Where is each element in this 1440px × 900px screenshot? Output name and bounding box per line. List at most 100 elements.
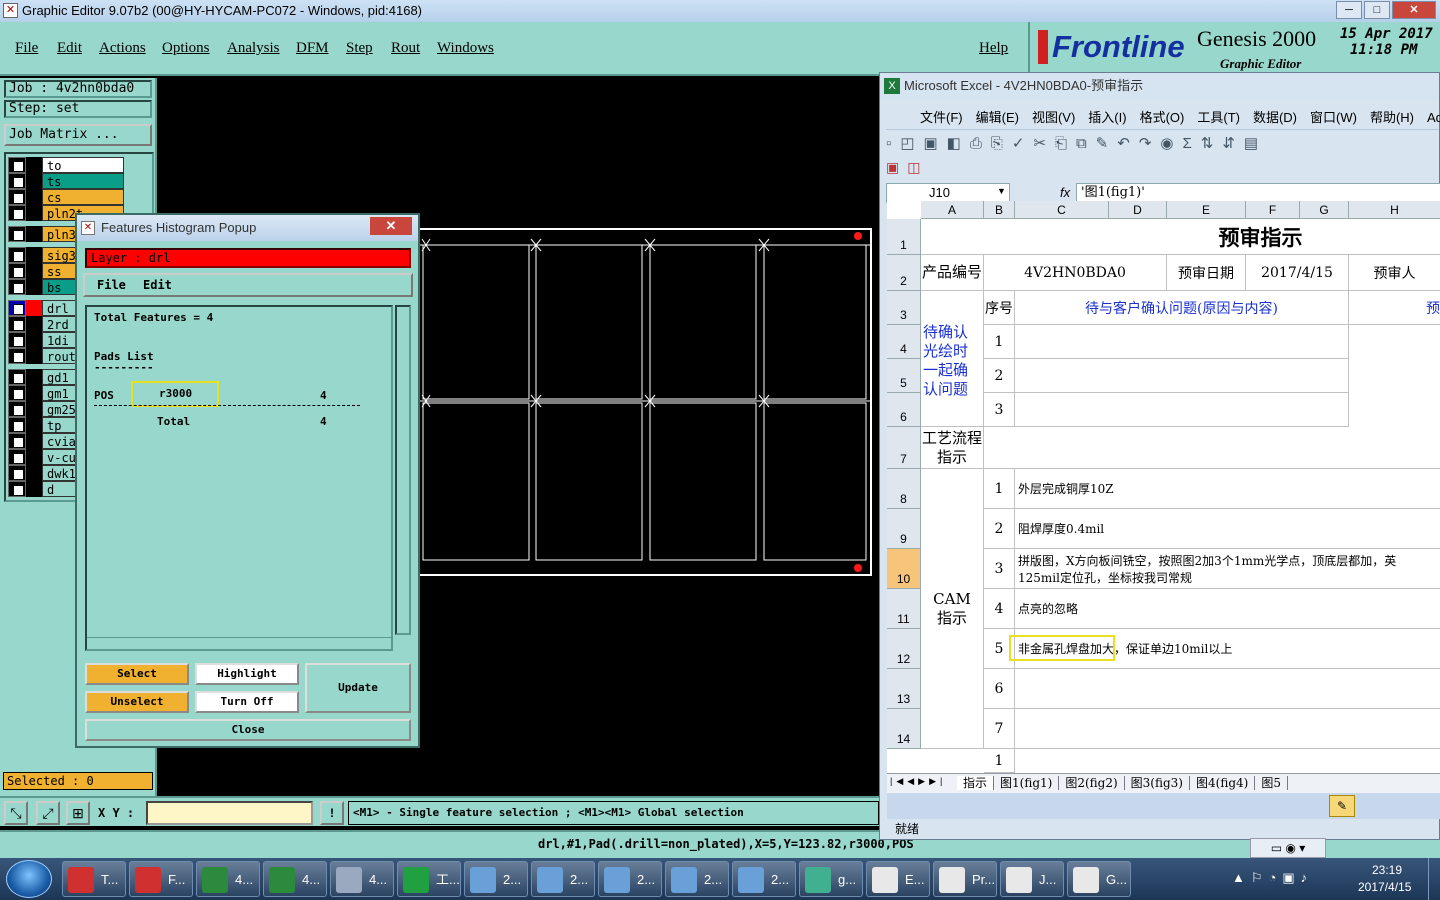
select-button[interactable]: Select <box>85 663 189 685</box>
taskbar-item[interactable]: 4... <box>196 861 260 897</box>
layer-checkbox[interactable] <box>8 157 26 173</box>
menu-edit[interactable]: Edit <box>57 40 82 57</box>
cam-item-number[interactable]: 7 <box>984 709 1015 749</box>
cam-item[interactable]: 拼版图，X方向板间铣空，按照图2加3个1mm光学点，顶底层都加，英 125mil定… <box>1015 549 1440 589</box>
cam-item[interactable]: 阻焊厚度0.4mil <box>1015 509 1440 549</box>
row-header[interactable]: 3 <box>887 291 921 325</box>
layer-checkbox[interactable] <box>8 449 26 465</box>
taskbar-item[interactable]: E... <box>866 861 930 897</box>
menu-step[interactable]: Step <box>346 40 373 57</box>
seq-label[interactable]: 序号 <box>984 291 1015 325</box>
taskbar-item[interactable]: 2... <box>531 861 595 897</box>
formula-bar[interactable]: '图1(fig1)' <box>1076 183 1440 203</box>
excel-menu-item[interactable]: 文件(F) <box>920 110 963 125</box>
cam-item[interactable] <box>1015 669 1440 709</box>
product-number[interactable]: 4V2HN0BDA0 <box>984 255 1167 291</box>
confirm-label[interactable]: 待确认光绘时一起确认问题 <box>921 291 984 427</box>
layer-name[interactable]: cs <box>42 189 124 205</box>
column-header[interactable]: G <box>1300 201 1349 219</box>
cam-item-number[interactable]: 1 <box>984 749 1015 773</box>
taskbar-item[interactable]: 4... <box>263 861 327 897</box>
turn-off-button[interactable]: Turn Off <box>195 691 299 713</box>
row-header[interactable]: 1 <box>887 219 921 255</box>
layer-checkbox[interactable] <box>8 226 26 242</box>
cam-item-number[interactable]: 2 <box>984 509 1015 549</box>
excel-menu-item[interactable]: 数据(D) <box>1253 110 1297 125</box>
layer-checkbox[interactable] <box>8 247 26 263</box>
layer-checkbox[interactable] <box>8 300 26 316</box>
layer-row-to[interactable]: to <box>8 157 124 173</box>
menu-help[interactable]: Help <box>979 40 1008 57</box>
cam-item-number[interactable]: 3 <box>984 549 1015 589</box>
process-cell[interactable] <box>984 427 1440 469</box>
excel-menu-item[interactable]: 视图(V) <box>1032 110 1075 125</box>
clock-time[interactable]: 23:19 <box>1372 863 1402 877</box>
layer-checkbox[interactable] <box>8 481 26 497</box>
update-button[interactable]: Update <box>305 663 411 713</box>
layer-name[interactable]: to <box>42 157 124 173</box>
issue-cell[interactable] <box>1015 359 1349 393</box>
layer-checkbox[interactable] <box>8 332 26 348</box>
clock-date[interactable]: 2017/4/15 <box>1358 880 1411 894</box>
layer-row-ts[interactable]: ts <box>8 173 124 189</box>
excel-menu-item[interactable]: 编辑(E) <box>976 110 1019 125</box>
column-header[interactable]: B <box>984 201 1015 219</box>
taskbar-item[interactable]: Pr... <box>933 861 997 897</box>
sheet-tab[interactable]: 图4(fig4) <box>1190 776 1256 790</box>
name-box[interactable]: J10 <box>886 183 1010 203</box>
cam-item[interactable]: 点亮的忽略 <box>1015 589 1440 629</box>
layer-checkbox[interactable] <box>8 279 26 295</box>
menu-analysis[interactable]: Analysis <box>227 40 280 57</box>
sheet-tab[interactable]: 图5 <box>1255 776 1288 790</box>
show-desktop-button[interactable] <box>1428 858 1440 900</box>
tray-icons[interactable]: ▲⚐◔▣♪ <box>1232 870 1313 886</box>
taskbar-item[interactable]: 4... <box>330 861 394 897</box>
column-header[interactable]: D <box>1109 201 1167 219</box>
taskbar-item[interactable]: F... <box>129 861 193 897</box>
cam-item[interactable] <box>1015 709 1440 749</box>
issue-cell[interactable] <box>1015 325 1349 359</box>
column-header[interactable]: C <box>1015 201 1109 219</box>
layer-row-cs[interactable]: cs <box>8 189 124 205</box>
taskbar-item[interactable]: T... <box>62 861 126 897</box>
column-header[interactable]: A <box>921 201 984 219</box>
close-popup-button[interactable]: Close <box>85 719 411 741</box>
date-label[interactable]: 预审日期 <box>1167 255 1246 291</box>
unselect-button[interactable]: Unselect <box>85 691 189 713</box>
row-header[interactable]: 12 <box>887 629 921 669</box>
taskbar-item[interactable]: 2... <box>665 861 729 897</box>
cam-item-number[interactable]: 4 <box>984 589 1015 629</box>
zoom-fit-icon[interactable]: ⤢ <box>36 801 60 825</box>
grid-icon[interactable]: ⊞ <box>66 801 90 825</box>
issue-header[interactable]: 待与客户确认问题(原因与内容) <box>1015 291 1349 325</box>
layer-checkbox[interactable] <box>8 417 26 433</box>
menu-file[interactable]: File <box>15 40 38 57</box>
layer-checkbox[interactable] <box>8 465 26 481</box>
reviewer-label[interactable]: 预审人 <box>1349 255 1440 291</box>
layer-checkbox[interactable] <box>8 316 26 332</box>
cam-label[interactable]: CAM指示 <box>921 469 984 749</box>
taskbar-item[interactable]: 2... <box>732 861 796 897</box>
menu-actions[interactable]: Actions <box>99 40 146 57</box>
layer-checkbox[interactable] <box>8 385 26 401</box>
column-header[interactable]: F <box>1246 201 1300 219</box>
xy-input[interactable] <box>146 801 313 825</box>
menu-dfm[interactable]: DFM <box>296 40 329 57</box>
popup-close-button[interactable]: ✕ <box>370 217 412 235</box>
layer-checkbox[interactable] <box>8 263 26 279</box>
row-header[interactable]: 4 <box>887 325 921 359</box>
layer-checkbox[interactable] <box>8 189 26 205</box>
namebox-dropdown-icon[interactable]: ▼ <box>997 186 1006 196</box>
taskbar-item[interactable]: G... <box>1067 861 1131 897</box>
seq-number[interactable]: 2 <box>984 359 1015 393</box>
taskbar-item[interactable]: 2... <box>464 861 528 897</box>
column-header[interactable]: H <box>1349 201 1440 219</box>
highlight-button[interactable]: Highlight <box>195 663 299 685</box>
menu-options[interactable]: Options <box>162 40 210 57</box>
excel-menu-item[interactable]: 格式(O) <box>1140 110 1185 125</box>
info-icon[interactable]: ! <box>320 801 344 825</box>
taskbar-item[interactable]: 工... <box>397 861 461 897</box>
row-header[interactable]: 10 <box>887 549 921 589</box>
cam-item-number[interactable]: 1 <box>984 469 1015 509</box>
excel-menu-item[interactable]: Ad <box>1427 110 1440 125</box>
